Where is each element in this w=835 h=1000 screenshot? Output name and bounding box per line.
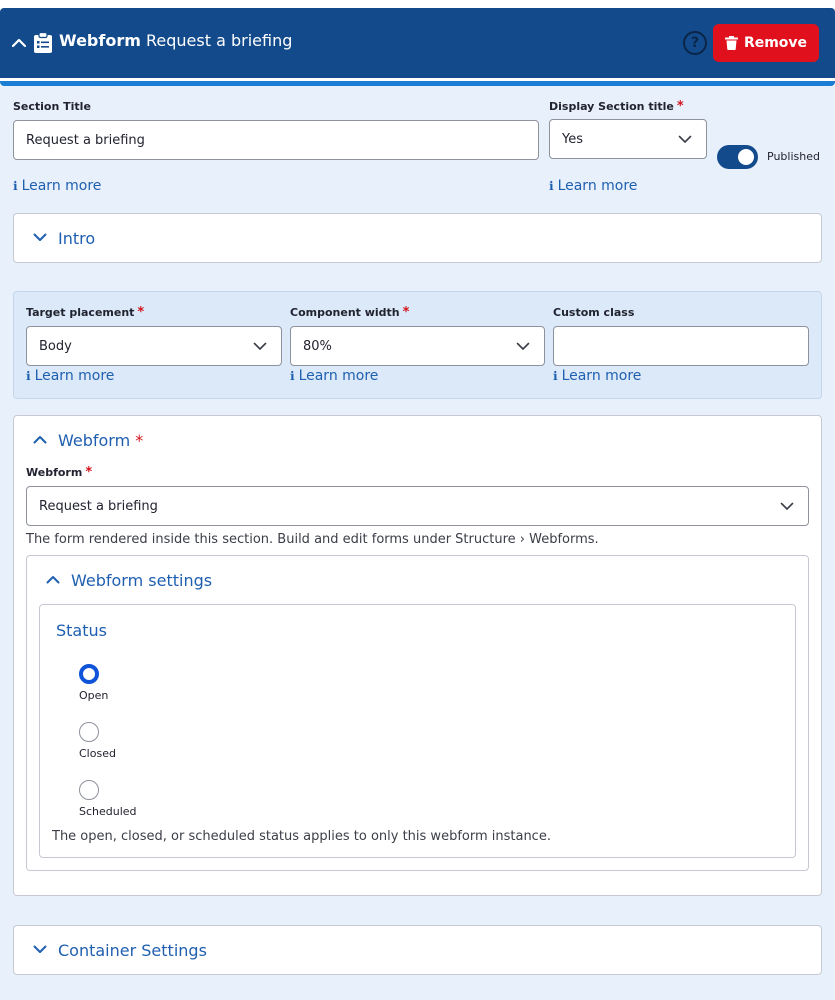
learn-more-text: Learn more [557,178,638,194]
status-title: Status [56,621,107,640]
required-asterisk: * [402,305,410,320]
chevron-down-icon [678,135,692,143]
section-instance-title: Request a briefing [146,31,293,50]
learn-more-text: Learn more [298,368,379,384]
chevron-down-icon [780,502,794,510]
status-scheduled-label[interactable]: Scheduled [79,805,137,818]
section-title-learn-more[interactable]: ℹ Learn more [13,178,101,194]
target-placement-label: Target placement * [26,305,144,320]
chevron-down-icon [253,342,267,350]
webform-clipboard-icon [34,32,52,53]
remove-button-label: Remove [743,35,808,51]
display-section-title-text: Display Section title [549,100,674,113]
help-icon[interactable]: ? [683,31,707,55]
status-open-label[interactable]: Open [79,689,108,702]
help-glyph: ? [690,35,700,51]
display-section-title-select[interactable]: Yes [549,119,707,159]
section-title-value: Request a briefing [26,132,145,148]
required-asterisk: * [85,465,93,480]
webform-card-title-text: Webform [58,431,131,450]
status-scheduled-radio[interactable] [79,780,99,800]
section-title-input[interactable]: Request a briefing [13,120,539,160]
webform-card-title[interactable]: Webform * [58,431,143,450]
component-width-label: Component width * [290,305,409,320]
chevron-up-icon[interactable] [46,575,60,584]
intro-title[interactable]: Intro [58,229,95,248]
component-width-select[interactable]: 80% [290,326,545,366]
webform-description: The form rendered inside this section. B… [26,532,599,547]
remove-button[interactable]: Remove [713,24,819,62]
component-width-value: 80% [303,338,332,354]
status-help-text: The open, closed, or scheduled status ap… [52,829,551,844]
display-section-title-learn-more[interactable]: ℹ Learn more [549,178,637,194]
published-toggle-label: Published [767,150,820,163]
toggle-knob [738,149,754,165]
status-closed-radio[interactable] [79,722,99,742]
section-title-label: Section Title [13,100,91,113]
trash-icon [724,36,738,50]
webform-field-label: Webform * [26,465,92,480]
status-closed-label[interactable]: Closed [79,747,116,760]
status-open-radio[interactable] [79,664,99,684]
display-section-title-label: Display Section title * [549,99,684,114]
component-width-learn-more[interactable]: ℹ Learn more [290,368,378,384]
target-placement-text: Target placement [26,306,135,319]
target-placement-select[interactable]: Body [26,326,282,366]
webform-field-label-text: Webform [26,466,83,479]
custom-class-label: Custom class [553,306,635,319]
learn-more-text: Learn more [21,178,102,194]
learn-more-text: Learn more [561,368,642,384]
info-icon: ℹ [26,369,31,383]
webform-select-value: Request a briefing [39,498,158,514]
custom-class-learn-more[interactable]: ℹ Learn more [553,368,641,384]
info-icon: ℹ [290,369,295,383]
component-width-text: Component width [290,306,400,319]
chevron-down-icon[interactable] [33,945,47,954]
container-settings-title[interactable]: Container Settings [58,941,207,960]
section-type-label: Webform [59,31,141,50]
chevron-up-icon[interactable] [33,435,47,444]
display-section-title-value: Yes [562,131,583,147]
custom-class-input[interactable] [553,326,809,366]
webform-settings-title[interactable]: Webform settings [71,571,212,590]
info-icon: ℹ [549,179,554,193]
chevron-up-icon[interactable] [10,34,28,52]
webform-select[interactable]: Request a briefing [26,486,809,526]
required-asterisk: * [137,305,145,320]
chevron-down-icon[interactable] [33,233,47,242]
info-icon: ℹ [13,179,18,193]
chevron-down-icon [516,342,530,350]
info-icon: ℹ [553,369,558,383]
required-asterisk: * [676,99,684,114]
published-toggle[interactable] [717,145,758,169]
required-asterisk: * [135,431,144,450]
target-placement-learn-more[interactable]: ℹ Learn more [26,368,114,384]
learn-more-text: Learn more [34,368,115,384]
status-fieldset [39,604,796,858]
section-header-title: Webform Request a briefing [59,31,292,50]
target-placement-value: Body [39,338,72,354]
intro-card[interactable] [13,213,822,263]
